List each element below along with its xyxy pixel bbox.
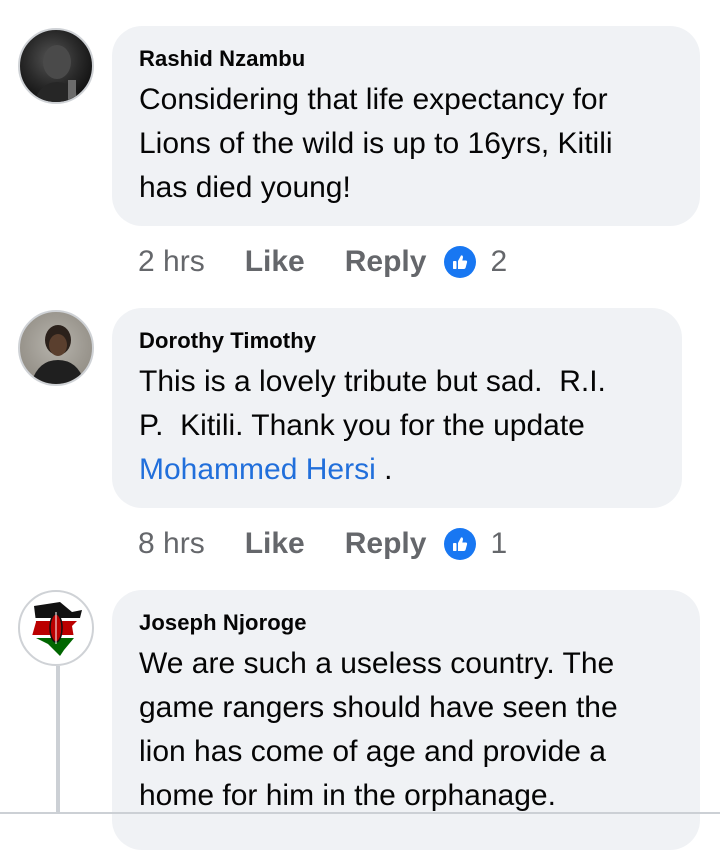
comment-line: Lions of the wild is up to 16yrs, Kitili xyxy=(139,127,613,160)
comment-actions: 8 hrs Like Reply 1 xyxy=(138,524,507,564)
comment-line: P. Kitili. Thank you for the update xyxy=(139,409,585,442)
avatar-dorothy[interactable] xyxy=(18,310,94,386)
avatar-joseph[interactable] xyxy=(18,590,94,666)
comment-text: We are such a useless country. The game … xyxy=(139,642,674,818)
avatar-photo-icon xyxy=(33,45,83,102)
reply-button[interactable]: Reply xyxy=(345,245,427,279)
comment-bubble: Rashid Nzambu Considering that life expe… xyxy=(112,26,700,226)
comment-timestamp[interactable]: 8 hrs xyxy=(138,527,205,561)
comment-line: This is a lovely tribute but sad. R.I. xyxy=(139,365,606,398)
comment-line: lion has come of age and provide a xyxy=(139,735,606,768)
comment-timestamp[interactable]: 2 hrs xyxy=(138,245,205,279)
comment-actions: 2 hrs Like Reply 2 xyxy=(138,242,507,282)
avatar-photo-icon xyxy=(31,325,85,384)
comment-bubble: Dorothy Timothy This is a lovely tribute… xyxy=(112,308,682,508)
comment-bubble: Joseph Njoroge We are such a useless cou… xyxy=(112,590,700,850)
comment-line: . xyxy=(375,453,393,486)
thumbs-up-icon[interactable] xyxy=(444,528,477,560)
comment-author[interactable]: Rashid Nzambu xyxy=(139,46,674,72)
kenya-map-flag-icon xyxy=(32,602,82,656)
bottom-divider xyxy=(0,812,720,814)
thread-line xyxy=(56,666,60,812)
thumbs-up-icon[interactable] xyxy=(444,246,477,278)
comment-text: This is a lovely tribute but sad. R.I. P… xyxy=(139,360,656,492)
comment-line: has died young! xyxy=(139,171,351,204)
comment-line: We are such a useless country. The xyxy=(139,647,615,680)
comment-author[interactable]: Joseph Njoroge xyxy=(139,610,674,636)
like-button[interactable]: Like xyxy=(245,245,305,279)
avatar-rashid[interactable] xyxy=(18,28,94,104)
comment-author[interactable]: Dorothy Timothy xyxy=(139,328,656,354)
comment-line: game rangers should have seen the xyxy=(139,691,618,724)
mention-link[interactable]: Mohammed Hersi xyxy=(139,453,376,486)
comment-line: home for him in the orphanage. xyxy=(139,779,556,812)
reply-button[interactable]: Reply xyxy=(345,527,427,561)
like-button[interactable]: Like xyxy=(245,527,305,561)
reaction-count[interactable]: 2 xyxy=(490,245,507,279)
reaction-count[interactable]: 1 xyxy=(490,527,507,561)
comment-text: Considering that life expectancy for Lio… xyxy=(139,78,674,210)
comment-line: Considering that life expectancy for xyxy=(139,83,608,116)
